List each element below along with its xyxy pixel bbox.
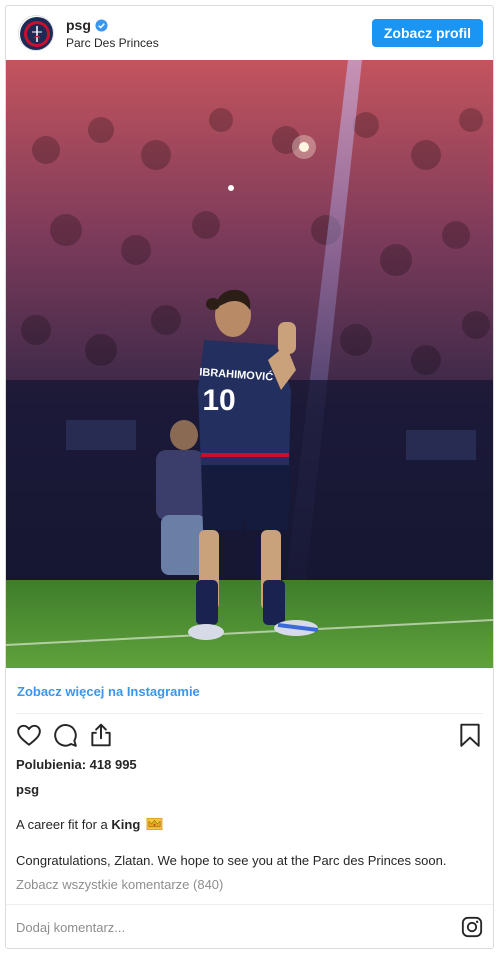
post-photo[interactable]: IBRAHIMOVIĆ 10 [6, 60, 493, 668]
add-comment-input[interactable] [16, 917, 416, 937]
username[interactable]: psg [66, 17, 91, 33]
comment-icon[interactable] [52, 722, 78, 748]
heart-icon[interactable] [16, 722, 42, 748]
crown-emoji-icon [146, 817, 163, 831]
caption-text: A career fit for a [16, 817, 112, 832]
psg-crest-icon[interactable] [18, 15, 54, 51]
instagram-logo-icon[interactable] [461, 916, 483, 938]
caption-author[interactable]: psg [16, 782, 39, 797]
bookmark-icon[interactable] [457, 722, 483, 748]
divider [16, 713, 483, 714]
caption-bold: King [111, 817, 141, 832]
caption-congrats: Congratulations, Zlatan. We hope to see … [16, 853, 447, 868]
comment-bar [6, 904, 493, 948]
view-more-on-instagram-link[interactable]: Zobacz więcej na Instagramie [17, 684, 200, 699]
instagram-embed: psg Parc Des Princes Zobacz profil IBRAH… [5, 5, 494, 949]
location[interactable]: Parc Des Princes [66, 36, 159, 50]
view-profile-button[interactable]: Zobacz profil [371, 19, 483, 47]
post-header: psg Parc Des Princes Zobacz profil [6, 6, 493, 60]
share-icon[interactable] [88, 722, 114, 748]
view-all-comments-link[interactable]: Zobacz wszystkie komentarze (840) [16, 877, 223, 892]
verified-badge-icon [95, 18, 108, 32]
likes-count[interactable]: Polubienia: 418 995 [16, 757, 137, 772]
action-bar [16, 722, 483, 750]
caption: A career fit for a King [16, 817, 163, 832]
jersey-number: 10 [202, 384, 235, 417]
